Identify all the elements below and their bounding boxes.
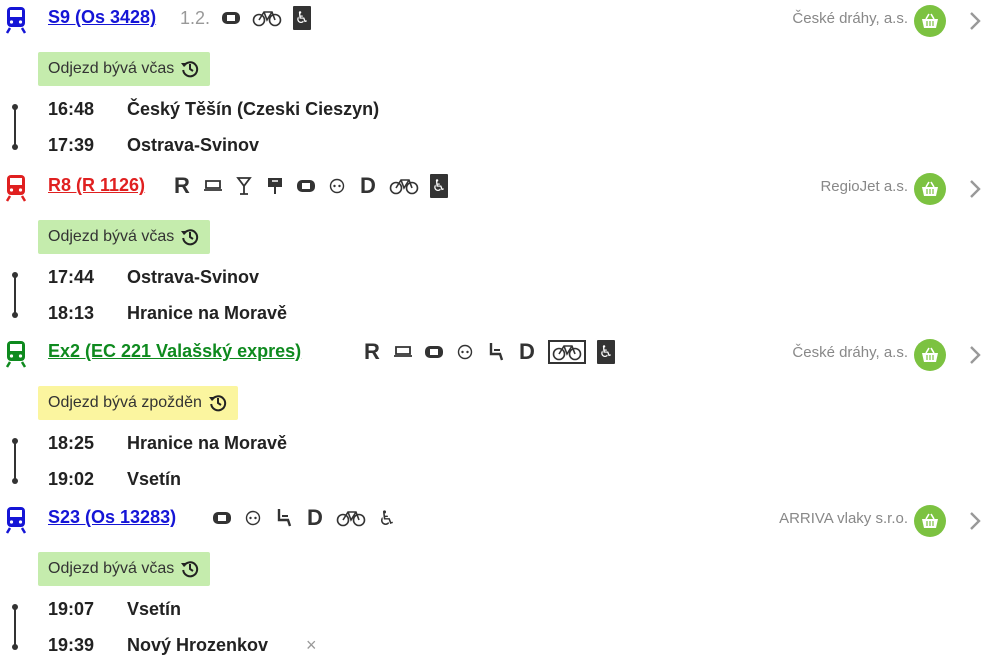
stop-name: Hranice na Moravě (127, 433, 288, 453)
train-icon (5, 506, 27, 534)
stop-row: 17:44 Ostrava-Svinov (48, 267, 259, 288)
history-clock-icon (180, 227, 200, 247)
connection-leg-2: R8 (R 1126) R D ♿ RegioJet a.s. Odjezd b… (0, 168, 986, 334)
stop-time: 19:07 (48, 599, 95, 619)
badge-text: Odjezd bývá zpožděn (48, 394, 202, 411)
history-clock-icon (180, 559, 200, 579)
power-icon (243, 506, 263, 530)
basket-button[interactable] (914, 339, 946, 371)
stop-row: 19:07 Vsetín (48, 599, 181, 620)
stop-time: 19:39 (48, 635, 95, 655)
route-line (12, 438, 18, 484)
ticket-icon (221, 6, 241, 30)
stop-row: 18:13 Hranice na Moravě (48, 303, 287, 324)
delay-badge: Odjezd bývá zpožděn (38, 386, 238, 420)
stop-name: Ostrava-Svinov (127, 135, 260, 155)
delay-badge: Odjezd bývá včas (38, 552, 211, 586)
bike-icon (336, 506, 366, 530)
stop-time: 19:02 (48, 469, 95, 489)
ticket-icon (296, 174, 316, 198)
bike-box-icon (548, 340, 586, 364)
route-line (12, 104, 18, 150)
reservation-letter: R (364, 339, 380, 364)
stop-name: Vsetín (127, 469, 182, 489)
service-icons: 1.2. ♿ (178, 4, 312, 32)
sleeper-icon (393, 340, 413, 364)
seat-icon (486, 340, 506, 364)
stop-name: Ostrava-Svinov (127, 267, 260, 287)
bike-icon (389, 174, 419, 198)
stop-row: 17:39 Ostrava-Svinov (48, 135, 259, 156)
wheelchair-box-icon: ♿ (293, 6, 312, 30)
connection-leg-3: Ex2 (EC 221 Valašský expres) R D ♿ České… (0, 334, 986, 500)
close-icon[interactable]: × (306, 635, 317, 656)
train-link[interactable]: S23 (Os 13283) (48, 507, 176, 528)
restaurant-icon (265, 174, 285, 198)
train-icon (5, 6, 27, 34)
badge-text: Odjezd bývá včas (48, 60, 175, 77)
badge-text: Odjezd bývá včas (48, 560, 175, 577)
route-line (12, 604, 18, 650)
carrier-name: RegioJet a.s. (820, 178, 908, 195)
badge-text: Odjezd bývá včas (48, 228, 175, 245)
seat-icon (274, 506, 294, 530)
train-link[interactable]: Ex2 (EC 221 Valašský expres) (48, 341, 301, 362)
history-clock-icon (208, 393, 228, 413)
power-icon (455, 340, 475, 364)
bike-icon (252, 6, 282, 30)
sleeper-icon (203, 174, 223, 198)
stop-row: 19:02 Vsetín (48, 469, 181, 490)
bar-icon (234, 174, 254, 198)
stop-time: 17:44 (48, 267, 95, 287)
stop-time: 18:13 (48, 303, 95, 323)
train-icon (5, 174, 27, 202)
ticket-icon (424, 340, 444, 364)
connection-leg-4: S23 (Os 13283) D ♿ ARRIVA vlaky s.r.o. O… (0, 500, 986, 655)
dining-letter: D (360, 173, 376, 198)
stop-name: Český Těšín (Czeski Cieszyn) (127, 99, 380, 119)
stop-row: 19:39 Nový Hrozenkov × (48, 635, 317, 656)
carrier-name: České dráhy, a.s. (792, 344, 908, 361)
dining-letter: D (519, 339, 535, 364)
train-icon (5, 340, 27, 368)
history-clock-icon (180, 59, 200, 79)
stop-time: 18:25 (48, 433, 95, 453)
carrier-name: ARRIVA vlaky s.r.o. (779, 510, 908, 527)
stop-time: 16:48 (48, 99, 95, 119)
stop-name: Vsetín (127, 599, 182, 619)
service-icons: R D ♿ (362, 338, 615, 366)
chevron-right-icon[interactable] (966, 509, 984, 533)
route-line (12, 272, 18, 318)
stop-time: 17:39 (48, 135, 95, 155)
service-icons: D ♿ (212, 504, 397, 532)
stop-name: Nový Hrozenkov (127, 635, 269, 655)
stop-row: 18:25 Hranice na Moravě (48, 433, 287, 454)
chevron-right-icon[interactable] (966, 177, 984, 201)
basket-button[interactable] (914, 505, 946, 537)
stop-name: Hranice na Moravě (127, 303, 288, 323)
platform-position: 1.2. (180, 7, 211, 28)
reservation-letter: R (174, 173, 190, 198)
delay-badge: Odjezd bývá včas (38, 220, 211, 254)
dining-letter: D (307, 505, 323, 530)
service-icons: R D ♿ (172, 172, 448, 200)
basket-button[interactable] (914, 173, 946, 205)
ticket-icon (212, 506, 232, 530)
delay-badge: Odjezd bývá včas (38, 52, 211, 86)
power-icon (327, 174, 347, 198)
chevron-right-icon[interactable] (966, 343, 984, 367)
carrier-name: České dráhy, a.s. (792, 10, 908, 27)
train-link[interactable]: R8 (R 1126) (48, 175, 145, 196)
connection-leg-1: S9 (Os 3428) 1.2. ♿ České dráhy, a.s. Od… (0, 0, 986, 166)
stop-row: 16:48 Český Těšín (Czeski Cieszyn) (48, 99, 379, 120)
wheelchair-box-icon: ♿ (430, 174, 448, 198)
train-link[interactable]: S9 (Os 3428) (48, 7, 156, 28)
chevron-right-icon[interactable] (966, 9, 984, 33)
wheelchair-box-icon: ♿ (597, 340, 615, 364)
basket-button[interactable] (914, 5, 946, 37)
wheelchair-icon: ♿ (378, 507, 396, 530)
